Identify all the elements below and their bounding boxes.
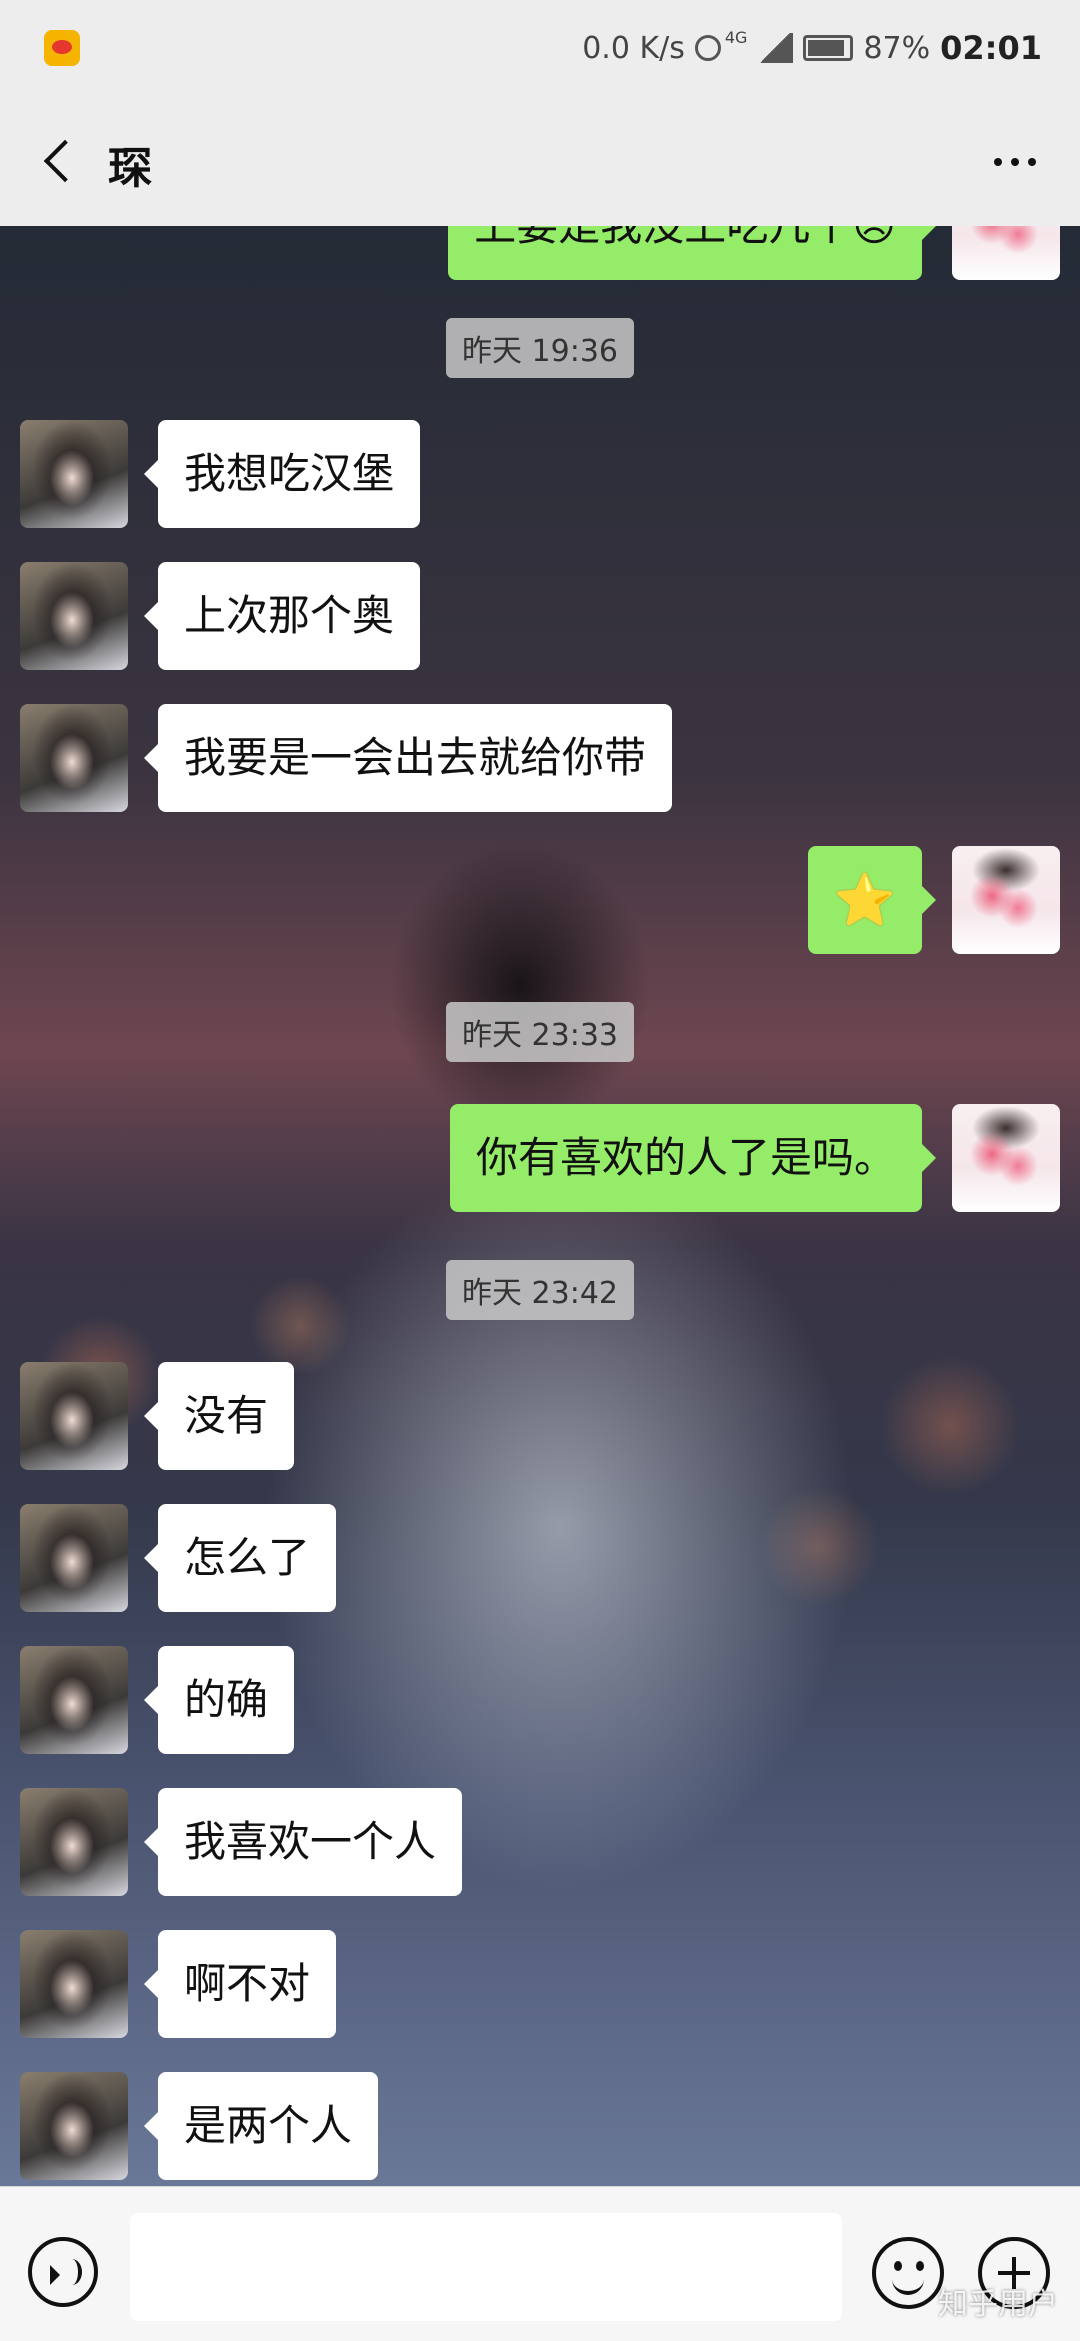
more-options-button[interactable] bbox=[980, 132, 1050, 192]
message-timestamp: 昨天 19:36 bbox=[446, 318, 634, 378]
star-emoji-icon: ⭐ bbox=[833, 871, 896, 929]
message-bubble-incoming[interactable]: 的确 bbox=[143, 1646, 295, 1754]
contact-avatar[interactable] bbox=[20, 1646, 128, 1754]
message-bubble-incoming[interactable]: 上次那个奥 bbox=[143, 562, 421, 670]
more-dot-icon bbox=[1011, 158, 1019, 166]
network-type: 4G bbox=[724, 28, 748, 47]
contact-avatar[interactable] bbox=[20, 420, 128, 528]
message-row: 的确 bbox=[0, 1646, 1080, 1756]
my-avatar[interactable] bbox=[952, 226, 1060, 280]
contact-avatar[interactable] bbox=[20, 2072, 128, 2180]
chat-header: 琛 bbox=[0, 96, 1080, 227]
message-input[interactable] bbox=[130, 2213, 842, 2321]
message-row: 上次那个奥 bbox=[0, 562, 1080, 672]
message-bubble-incoming[interactable]: 我想吃汉堡 bbox=[143, 420, 421, 528]
contact-avatar[interactable] bbox=[20, 562, 128, 670]
message-bubble-incoming[interactable]: 我要是一会出去就给你带 bbox=[143, 704, 673, 812]
message-bubble-incoming[interactable]: 怎么了 bbox=[143, 1504, 337, 1612]
message-timestamp: 昨天 23:33 bbox=[446, 1002, 634, 1062]
message-row: ⭐ bbox=[0, 846, 1080, 956]
emoji-icon[interactable] bbox=[872, 2237, 944, 2309]
message-bubble-outgoing[interactable]: 你有喜欢的人了是吗。 bbox=[449, 1104, 937, 1212]
message-row: 是两个人 bbox=[0, 2072, 1080, 2182]
message-bubble-incoming[interactable]: 是两个人 bbox=[143, 2072, 379, 2180]
message-row: 我喜欢一个人 bbox=[0, 1788, 1080, 1898]
contact-avatar[interactable] bbox=[20, 1504, 128, 1612]
message-row: 没有 bbox=[0, 1362, 1080, 1472]
message-row: 我想吃汉堡 bbox=[0, 420, 1080, 530]
message-timestamp: 昨天 23:42 bbox=[446, 1260, 634, 1320]
message-row: 上要是我没上吃几个😣 bbox=[0, 226, 1080, 282]
contact-avatar[interactable] bbox=[20, 1362, 128, 1470]
input-bar: 知乎用户 bbox=[0, 2186, 1080, 2341]
weibo-notification-icon bbox=[44, 30, 80, 66]
watermark: 知乎用户 bbox=[938, 2287, 1058, 2322]
sticker-bubble[interactable]: ⭐ bbox=[807, 846, 937, 954]
my-avatar[interactable] bbox=[952, 846, 1060, 954]
message-row: 我要是一会出去就给你带 bbox=[0, 704, 1080, 814]
battery-percent: 87% bbox=[863, 30, 931, 66]
battery-icon bbox=[803, 35, 854, 61]
message-bubble-incoming[interactable]: 我喜欢一个人 bbox=[143, 1788, 463, 1896]
more-dot-icon bbox=[1028, 158, 1036, 166]
message-bubble-incoming[interactable]: 啊不对 bbox=[143, 1930, 337, 2038]
my-avatar[interactable] bbox=[952, 1104, 1060, 1212]
more-dot-icon bbox=[994, 158, 1002, 166]
back-button[interactable] bbox=[36, 130, 96, 190]
message-row: 怎么了 bbox=[0, 1504, 1080, 1614]
contact-avatar[interactable] bbox=[20, 1930, 128, 2038]
message-list[interactable]: 上要是我没上吃几个😣 昨天 19:36 我想吃汉堡 上次那个奥 我要是一会出去就… bbox=[0, 226, 1080, 2186]
message-row: 你有喜欢的人了是吗。 bbox=[0, 1104, 1080, 1214]
contact-avatar[interactable] bbox=[20, 704, 128, 812]
status-bar: 0.0 K/s 4G 87% 02:01 bbox=[0, 0, 1080, 96]
clock: 02:01 bbox=[940, 29, 1042, 67]
contact-avatar[interactable] bbox=[20, 1788, 128, 1896]
message-row: 啊不对 bbox=[0, 1930, 1080, 2040]
chat-title: 琛 bbox=[108, 143, 152, 194]
alarm-icon bbox=[694, 35, 721, 61]
message-bubble-incoming[interactable]: 没有 bbox=[143, 1362, 295, 1470]
network-speed: 0.0 K/s bbox=[582, 30, 685, 66]
status-indicators: 0.0 K/s 4G 87% 02:01 bbox=[582, 22, 1042, 74]
message-bubble-outgoing[interactable]: 上要是我没上吃几个😣 bbox=[448, 226, 936, 280]
voice-icon[interactable] bbox=[28, 2237, 98, 2307]
signal-icon bbox=[757, 33, 794, 63]
